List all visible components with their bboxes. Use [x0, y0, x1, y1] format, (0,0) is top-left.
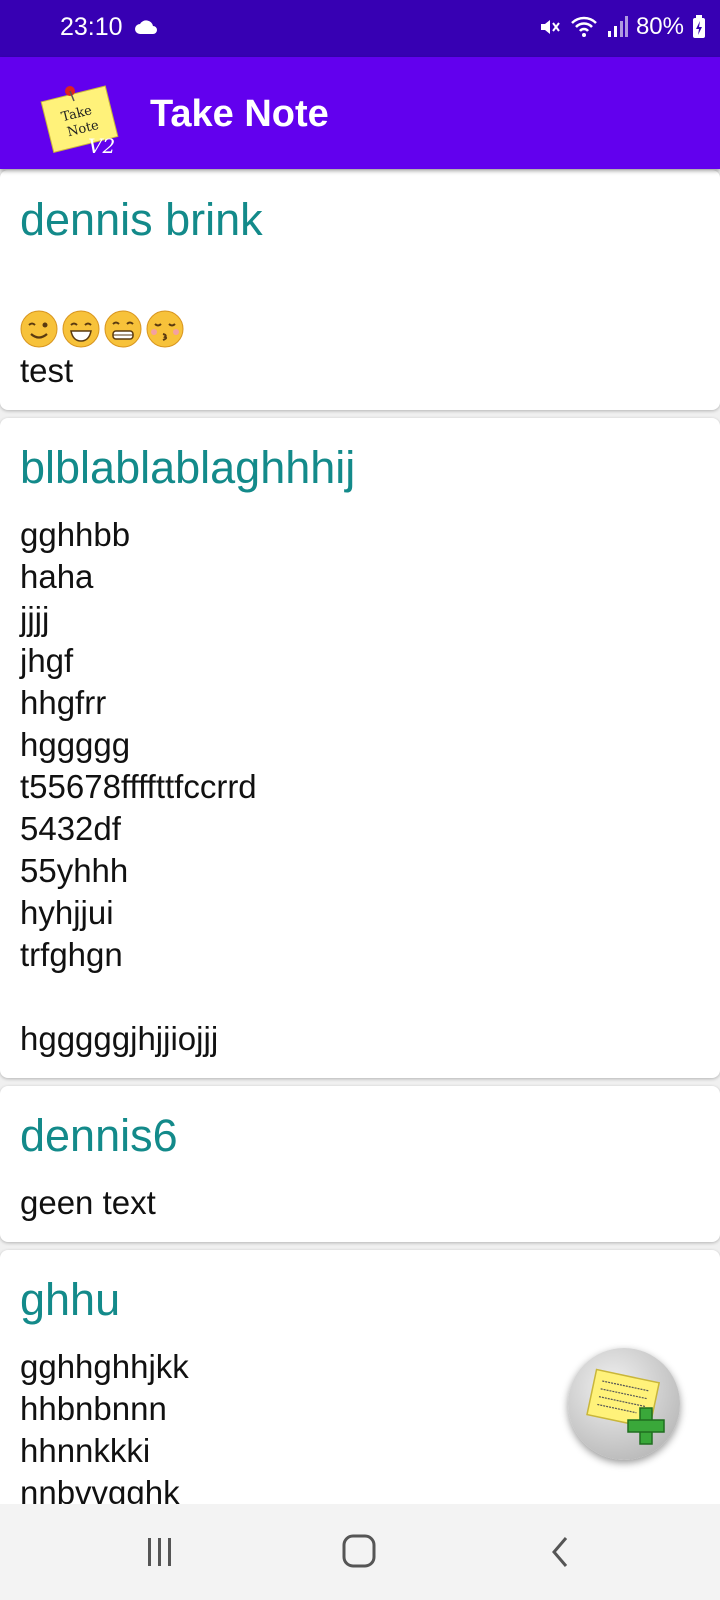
note-card[interactable]: dennis6 geen text — [0, 1086, 720, 1242]
app-bar: Take Note V2 Take Note — [0, 57, 720, 169]
note-card[interactable]: blblablablaghhhij gghhbb haha jjjj jhgf … — [0, 418, 720, 1078]
recents-icon[interactable] — [138, 1532, 182, 1572]
status-icons: 80% — [538, 13, 706, 41]
note-title: blblablablaghhhij — [20, 442, 356, 493]
take-note-logo-icon: Take Note V2 — [40, 85, 119, 155]
wifi-icon — [571, 16, 597, 37]
cloud-icon — [135, 20, 157, 34]
add-note-icon — [586, 1368, 665, 1445]
app-title: Take Note — [150, 93, 329, 135]
home-icon[interactable] — [338, 1532, 382, 1572]
note-title: dennis brink — [20, 194, 263, 245]
kissing-emoji-icon — [146, 310, 184, 348]
note-body: geen text — [20, 1184, 156, 1221]
svg-text:V2: V2 — [88, 134, 115, 155]
note-body: test — [20, 352, 74, 389]
back-icon[interactable] — [540, 1532, 584, 1572]
mute-icon — [540, 20, 560, 34]
note-title: dennis6 — [20, 1110, 178, 1161]
status-time: 23:10 — [60, 13, 123, 41]
system-nav-bar — [0, 1504, 720, 1600]
status-bar: 23:10 80% — [0, 0, 720, 57]
grin-emoji-icon — [104, 310, 142, 348]
add-note-button[interactable] — [568, 1348, 680, 1460]
note-card[interactable]: dennis brink test — [0, 170, 720, 410]
notes-list[interactable]: dennis brink test blblablablaghhhij gghh… — [0, 170, 720, 1504]
battery-charging-icon — [693, 15, 705, 38]
note-body-row: test — [20, 266, 700, 392]
note-title: ghhu — [20, 1274, 121, 1325]
wink-emoji-icon — [20, 310, 58, 348]
battery-percent: 80% — [635, 13, 684, 40]
laughing-emoji-icon — [62, 310, 100, 348]
signal-icon — [607, 16, 628, 37]
note-body: gghhbb haha jjjj jhgf hhgfrr hggggg t556… — [20, 516, 257, 1057]
